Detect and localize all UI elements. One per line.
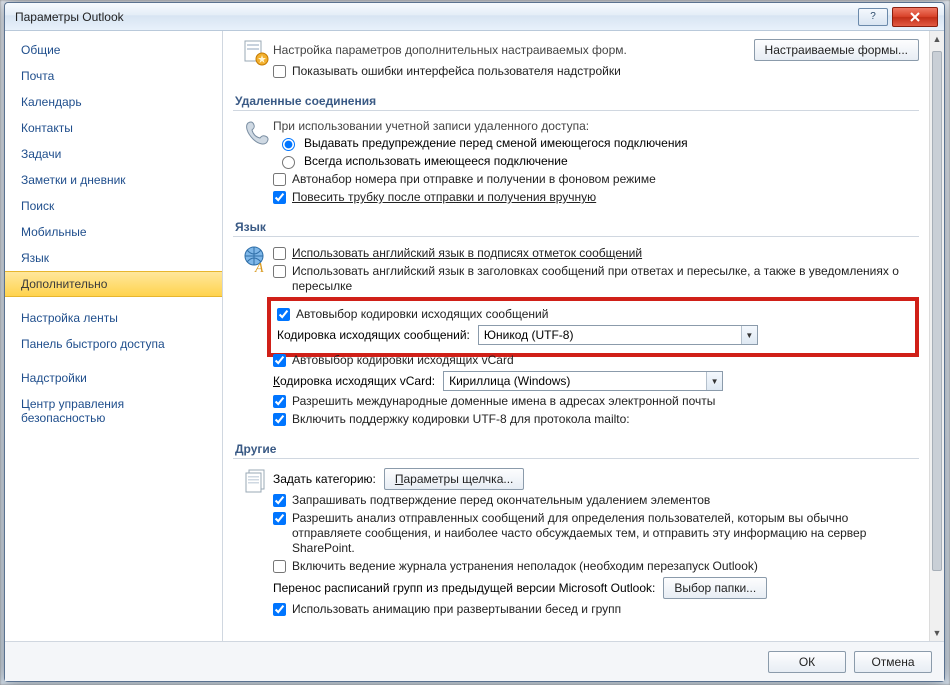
checkbox-english-signatures[interactable]: Использовать английский язык в подписях … [273,246,919,261]
checkbox-hangup[interactable]: Повесить трубку после отправки и получен… [273,190,919,205]
sidebar-item-calendar[interactable]: Календарь [5,89,222,115]
globe-icon: A [239,243,273,275]
sidebar-item-qat[interactable]: Панель быстрого доступа [5,331,222,357]
close-icon [909,12,921,22]
chevron-down-icon: ▼ [741,326,757,344]
sidebar-item-search[interactable]: Поиск [5,193,222,219]
dialog-footer: ОК Отмена [5,641,944,681]
checkbox-autodial[interactable]: Автонабор номера при отправке и получени… [273,172,919,187]
help-button[interactable]: ? [858,8,888,26]
checkbox-analysis-sharepoint[interactable]: Разрешить анализ отправленных сообщений … [273,511,919,556]
category-sidebar: Общие Почта Календарь Контакты Задачи За… [5,31,223,641]
label-migrate-schedules: Перенос расписаний групп из предыдущей в… [273,581,655,595]
radio-warn-change[interactable]: Выдавать предупреждение перед сменой име… [277,135,919,151]
checkbox-confirm-delete[interactable]: Запрашивать подтверждение перед окончате… [273,493,919,508]
dropdown-vcard-encoding[interactable]: Кириллица (Windows) ▼ [443,371,723,391]
options-dialog: Параметры Outlook ? Общие Почта Календар… [4,2,945,682]
checkbox-english-headers[interactable]: Использовать английский язык в заголовка… [273,264,919,294]
checkbox-troubleshoot-log[interactable]: Включить ведение журнала устранения непо… [273,559,919,574]
custom-forms-button[interactable]: Настраиваемые формы... [754,39,919,61]
document-stack-icon [239,465,273,497]
sidebar-item-mobile[interactable]: Мобильные [5,219,222,245]
forms-icon [239,37,273,67]
checkbox-auto-encoding-vcard[interactable]: Автовыбор кодировки исходящих vCard [273,353,919,368]
section-dialup-title: Удаленные соединения [233,90,919,111]
checkbox-mailto-utf8[interactable]: Включить поддержку кодировки UTF-8 для п… [273,412,919,427]
sidebar-item-addins[interactable]: Надстройки [5,365,222,391]
checkbox-auto-encoding-outgoing[interactable]: Автовыбор кодировки исходящих сообщений [277,307,909,322]
checkbox-idn[interactable]: Разрешить международные доменные имена в… [273,394,919,409]
sidebar-item-trust[interactable]: Центр управления безопасностью [5,391,222,431]
scroll-up-icon[interactable]: ▲ [930,31,944,47]
chevron-down-icon: ▼ [706,372,722,390]
sidebar-item-mail[interactable]: Почта [5,63,222,89]
dialup-intro: При использовании учетной записи удаленн… [273,119,919,133]
content-panel: Настройка параметров дополнительных наст… [223,31,944,641]
scroll-down-icon[interactable]: ▼ [930,625,944,641]
content-scrollbar[interactable]: ▲ ▼ [929,31,944,641]
label-vcard-encoding: Кодировка исходящих vCard: [273,374,435,388]
label-outgoing-encoding: Кодировка исходящих сообщений: [277,328,470,342]
choose-folder-button[interactable]: Выбор папки... [663,577,767,599]
dropdown-outgoing-encoding[interactable]: Юникод (UTF-8) ▼ [478,325,758,345]
sidebar-item-general[interactable]: Общие [5,37,222,63]
click-options-button[interactable]: Параметры щелчка... [384,468,525,490]
checkbox-addin-errors[interactable]: Показывать ошибки интерфейса пользовател… [273,64,919,79]
titlebar: Параметры Outlook ? [5,3,944,31]
ok-button[interactable]: ОК [768,651,846,673]
checkbox-animation[interactable]: Использовать анимацию при развертывании … [273,602,919,617]
sidebar-item-notes[interactable]: Заметки и дневник [5,167,222,193]
section-language-title: Язык [233,216,919,237]
sidebar-item-ribbon[interactable]: Настройка ленты [5,305,222,331]
section-other-title: Другие [233,438,919,459]
dialog-title: Параметры Outlook [15,10,856,24]
sidebar-item-tasks[interactable]: Задачи [5,141,222,167]
phone-icon [239,117,273,149]
close-button[interactable] [892,7,938,27]
sidebar-item-contacts[interactable]: Контакты [5,115,222,141]
sidebar-item-advanced[interactable]: Дополнительно [5,271,222,297]
scrollbar-thumb[interactable] [932,51,942,571]
sidebar-item-language[interactable]: Язык [5,245,222,271]
customforms-intro: Настройка параметров дополнительных наст… [273,43,627,57]
cancel-button[interactable]: Отмена [854,651,932,673]
svg-text:A: A [254,261,264,275]
label-set-category: Задать категорию: [273,472,376,486]
radio-use-existing[interactable]: Всегда использовать имеющееся подключени… [277,153,919,169]
encoding-highlight: Автовыбор кодировки исходящих сообщений … [267,297,919,357]
